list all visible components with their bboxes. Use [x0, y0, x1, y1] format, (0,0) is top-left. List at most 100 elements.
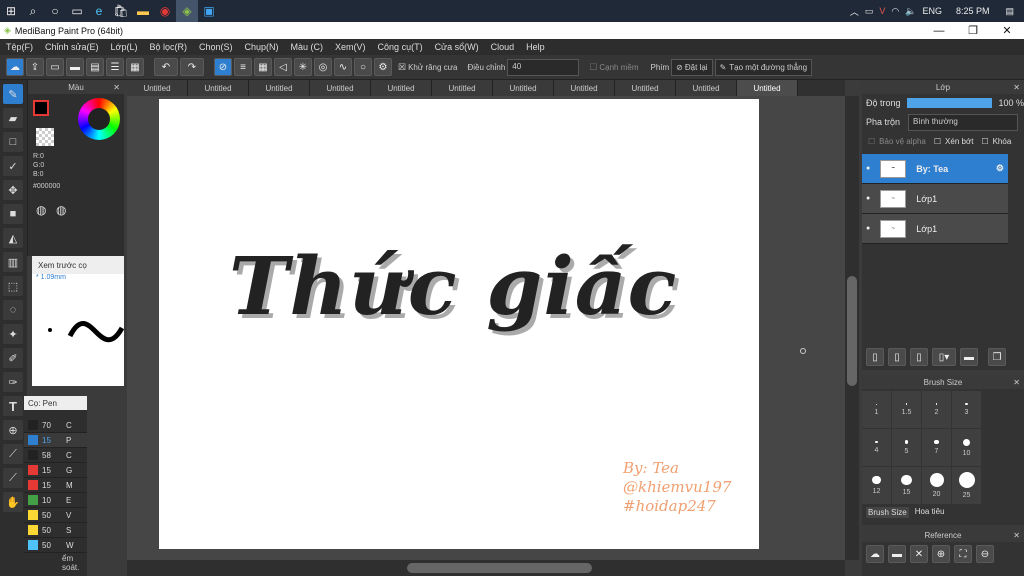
- adjust-select[interactable]: 40: [507, 58, 580, 76]
- task-view-icon[interactable]: ▭: [66, 0, 88, 22]
- lock-checkbox[interactable]: ☐: [981, 137, 988, 146]
- snap-off-icon[interactable]: ⊘: [214, 58, 232, 76]
- tab-untitled[interactable]: Untitled: [127, 80, 188, 96]
- perspective-snap-icon[interactable]: ◁: [274, 58, 292, 76]
- brush-list-item[interactable]: 58 C: [24, 448, 87, 463]
- brush-list-item[interactable]: 15 G: [24, 463, 87, 478]
- panel-close-icon[interactable]: ✕: [1013, 531, 1020, 540]
- tab-brush-size[interactable]: Brush Size: [866, 507, 909, 518]
- gradient-tool-icon[interactable]: ▥: [3, 252, 23, 272]
- brush-size-cell[interactable]: 1.5: [892, 391, 921, 428]
- reset-button[interactable]: ⊘ Đặt lại: [671, 58, 713, 76]
- open-folder-icon[interactable]: ▬: [888, 545, 906, 563]
- clock[interactable]: 8:25 PM: [956, 6, 990, 16]
- windows-start-icon[interactable]: ⊞: [0, 0, 22, 22]
- duplicate-layer-icon[interactable]: ❐: [988, 348, 1006, 366]
- brush-size-cell[interactable]: 1: [862, 391, 891, 428]
- tab-untitled[interactable]: Untitled: [188, 80, 249, 96]
- cortana-icon[interactable]: ○: [44, 0, 66, 22]
- tab-untitled[interactable]: Untitled: [554, 80, 615, 96]
- notification-icon[interactable]: ▤: [1005, 6, 1014, 17]
- drawing-canvas[interactable]: Thức giấc By: Tea @khiemvu197 #hoidap247: [159, 99, 759, 549]
- brush-size-cell[interactable]: 15: [892, 467, 921, 504]
- menu-select[interactable]: Chọn(S): [199, 42, 233, 52]
- eraser-tool-icon[interactable]: ▰: [3, 108, 23, 128]
- language-indicator[interactable]: ENG: [922, 6, 942, 16]
- circle-snap-icon[interactable]: ◎: [314, 58, 332, 76]
- dot-tool-icon[interactable]: □: [3, 132, 23, 152]
- close-button[interactable]: ✕: [990, 24, 1024, 37]
- settings-snap-icon[interactable]: ⚙: [374, 58, 392, 76]
- operation-tool-icon[interactable]: ⊕: [3, 420, 23, 440]
- comment-icon[interactable]: ▭: [46, 58, 64, 76]
- tab-untitled[interactable]: Untitled: [249, 80, 310, 96]
- brush-list-item[interactable]: 50 S: [24, 523, 87, 538]
- visibility-icon[interactable]: ●: [866, 195, 870, 202]
- palette-icon[interactable]: ◍: [36, 203, 46, 217]
- photos-icon[interactable]: ▣: [198, 0, 220, 22]
- menu-file[interactable]: Tệp(F): [6, 42, 33, 52]
- new-halftone-layer-icon[interactable]: ▯: [888, 348, 906, 366]
- text-tool-icon[interactable]: T: [3, 396, 23, 416]
- tab-untitled[interactable]: Untitled: [432, 80, 493, 96]
- brush-list-item[interactable]: 70 C: [24, 418, 87, 433]
- store-icon[interactable]: 🛍: [110, 0, 132, 22]
- add-layer-menu-icon[interactable]: ▯▾: [932, 348, 956, 366]
- menu-window[interactable]: Cửa sổ(W): [435, 42, 479, 52]
- chrome-icon[interactable]: ◉: [154, 0, 176, 22]
- tab-untitled[interactable]: Untitled: [371, 80, 432, 96]
- correction-tool-icon[interactable]: ✓: [3, 156, 23, 176]
- list-icon[interactable]: ☰: [106, 58, 124, 76]
- chat-icon[interactable]: ▬: [66, 58, 84, 76]
- grid-snap-icon[interactable]: ▦: [254, 58, 272, 76]
- divide-tool-icon[interactable]: ⟋: [3, 444, 23, 464]
- battery-icon[interactable]: ▭: [865, 6, 874, 17]
- brush-size-cell[interactable]: 7: [922, 429, 951, 466]
- select-tool-icon[interactable]: ⬚: [3, 276, 23, 296]
- fit-icon[interactable]: ⛶: [954, 545, 972, 563]
- brush-size-cell[interactable]: 25: [952, 467, 981, 504]
- brush-size-cell[interactable]: 5: [892, 429, 921, 466]
- menu-cloud[interactable]: Cloud: [491, 42, 515, 52]
- brush-size-cell[interactable]: 3: [952, 391, 981, 428]
- eyedropper-tool-icon[interactable]: ⟋: [3, 468, 23, 488]
- brush-list-item[interactable]: 15 P: [24, 433, 87, 448]
- hand-tool-icon[interactable]: ✋: [3, 492, 23, 512]
- minimize-button[interactable]: —: [922, 25, 956, 37]
- tab-navigator[interactable]: Hoa tiêu: [915, 507, 945, 518]
- layer-item[interactable]: ● ~ Lớp1: [862, 184, 1008, 214]
- cloud-upload-icon[interactable]: ☁: [866, 545, 884, 563]
- select-pen-icon[interactable]: ✐: [3, 348, 23, 368]
- palette-add-icon[interactable]: ◍: [56, 203, 66, 217]
- visibility-icon[interactable]: ●: [866, 225, 870, 232]
- panel-close-icon[interactable]: ✕: [113, 83, 120, 92]
- new-1bit-layer-icon[interactable]: ▯: [910, 348, 928, 366]
- lasso-tool-icon[interactable]: ◌: [3, 300, 23, 320]
- volume-icon[interactable]: 🔈: [905, 6, 916, 17]
- move-tool-icon[interactable]: ✥: [3, 180, 23, 200]
- brush-size-cell[interactable]: 12: [862, 467, 891, 504]
- folder-icon[interactable]: ▬: [960, 348, 978, 366]
- visibility-icon[interactable]: ●: [866, 165, 870, 172]
- share-icon[interactable]: ⇪: [26, 58, 44, 76]
- magic-wand-icon[interactable]: ✦: [3, 324, 23, 344]
- medibang-taskbar-icon[interactable]: ◈: [176, 0, 198, 22]
- gear-icon[interactable]: ⚙: [996, 163, 1004, 174]
- tab-untitled[interactable]: Untitled: [676, 80, 737, 96]
- color-wheel[interactable]: [78, 98, 120, 140]
- menu-edit[interactable]: Chỉnh sửa(E): [45, 42, 99, 52]
- menu-layer[interactable]: Lớp(L): [111, 42, 138, 52]
- chevron-up-icon[interactable]: ︿: [850, 5, 859, 18]
- tab-untitled[interactable]: Untitled: [615, 80, 676, 96]
- brush-list-item[interactable]: 50 W: [24, 538, 87, 553]
- antialias-checkbox[interactable]: ☒: [398, 62, 406, 73]
- ellipse-snap-icon[interactable]: ○: [354, 58, 372, 76]
- panel-close-icon[interactable]: ✕: [1013, 83, 1020, 92]
- primary-color-swatch[interactable]: [33, 100, 49, 116]
- zoom-in-icon[interactable]: ⊕: [932, 545, 950, 563]
- redo-icon[interactable]: ↷: [180, 58, 204, 76]
- parallel-snap-icon[interactable]: ≡: [234, 58, 252, 76]
- cloud-icon[interactable]: ☁: [6, 58, 24, 76]
- maximize-button[interactable]: ❐: [956, 24, 990, 37]
- brush-size-cell[interactable]: 10: [952, 429, 981, 466]
